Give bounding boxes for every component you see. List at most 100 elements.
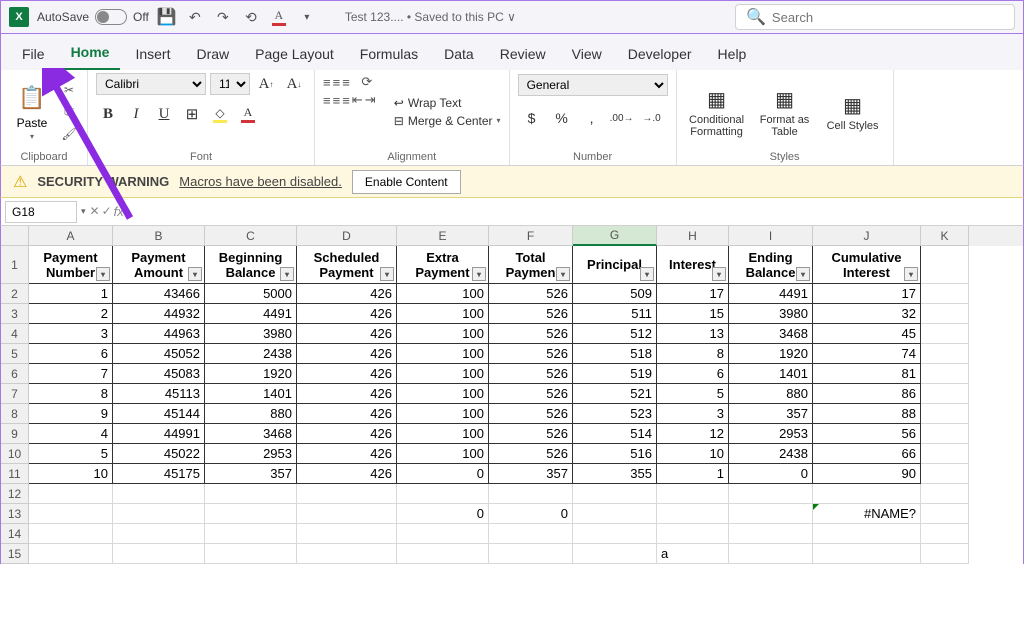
cell[interactable] <box>29 484 113 504</box>
cell[interactable] <box>489 524 573 544</box>
cell[interactable]: 10 <box>29 464 113 484</box>
enable-content-button[interactable]: Enable Content <box>352 170 461 194</box>
cell[interactable]: 426 <box>297 384 397 404</box>
cell[interactable]: 4491 <box>729 284 813 304</box>
cell[interactable]: 15 <box>657 304 729 324</box>
cell[interactable] <box>297 484 397 504</box>
header-cell[interactable]: Scheduled Payment▾ <box>297 246 397 284</box>
col-header-B[interactable]: B <box>113 226 205 246</box>
cell[interactable]: 0 <box>729 464 813 484</box>
decrease-font-icon[interactable]: A↓ <box>282 72 306 96</box>
row-header-2[interactable]: 2 <box>1 284 29 304</box>
cell[interactable] <box>657 504 729 524</box>
filter-arrow-icon[interactable]: ▾ <box>96 267 110 281</box>
cell[interactable] <box>921 524 969 544</box>
fx-icon[interactable]: fx <box>114 204 124 219</box>
cell[interactable]: 17 <box>657 284 729 304</box>
cell[interactable]: 357 <box>729 404 813 424</box>
cell[interactable]: 81 <box>813 364 921 384</box>
cell[interactable]: 5 <box>29 444 113 464</box>
fill-color-button[interactable]: ◇ <box>208 102 232 126</box>
header-cell[interactable]: Extra Payment▾ <box>397 246 489 284</box>
row-header-9[interactable]: 9 <box>1 424 29 444</box>
tab-data[interactable]: Data <box>433 38 485 70</box>
cell[interactable]: 426 <box>297 444 397 464</box>
filter-arrow-icon[interactable]: ▾ <box>472 267 486 281</box>
cell[interactable] <box>573 524 657 544</box>
cell[interactable]: 880 <box>205 404 297 424</box>
underline-button[interactable]: U <box>152 102 176 126</box>
filter-arrow-icon[interactable]: ▾ <box>188 267 202 281</box>
cell[interactable] <box>205 544 297 564</box>
cell[interactable]: 3 <box>29 324 113 344</box>
cell[interactable]: 512 <box>573 324 657 344</box>
tab-help[interactable]: Help <box>707 38 758 70</box>
cell[interactable]: 509 <box>573 284 657 304</box>
cell[interactable] <box>489 544 573 564</box>
tab-insert[interactable]: Insert <box>124 38 181 70</box>
align-left-icon[interactable]: ≡ <box>323 92 331 108</box>
tab-page-layout[interactable]: Page Layout <box>244 38 345 70</box>
cell[interactable]: 426 <box>297 284 397 304</box>
decrease-decimal-icon[interactable]: →.0 <box>638 106 666 130</box>
cell[interactable]: 17 <box>813 284 921 304</box>
col-header-K[interactable]: K <box>921 226 969 246</box>
font-color-qat-icon[interactable]: A <box>269 7 289 27</box>
cell[interactable]: 100 <box>397 404 489 424</box>
increase-font-icon[interactable]: A↑ <box>254 72 278 96</box>
cell[interactable]: 526 <box>489 304 573 324</box>
row-header-1[interactable]: 1 <box>1 246 29 284</box>
cell[interactable] <box>573 504 657 524</box>
cell[interactable]: 9 <box>29 404 113 424</box>
cell[interactable]: 1 <box>29 284 113 304</box>
font-size-select[interactable]: 11 <box>210 73 250 95</box>
cell[interactable]: 3 <box>657 404 729 424</box>
cell[interactable]: 3468 <box>729 324 813 344</box>
enter-formula-icon[interactable]: ✓ <box>102 204 112 219</box>
cell[interactable]: 3980 <box>205 324 297 344</box>
cell[interactable] <box>297 524 397 544</box>
row-header-8[interactable]: 8 <box>1 404 29 424</box>
indent-increase-icon[interactable]: ⇥ <box>365 92 376 108</box>
cell[interactable]: 45175 <box>113 464 205 484</box>
tab-review[interactable]: Review <box>489 38 557 70</box>
tab-home[interactable]: Home <box>60 36 121 70</box>
header-cell[interactable]: Principal▾ <box>573 246 657 284</box>
row-header-5[interactable]: 5 <box>1 344 29 364</box>
cell[interactable]: 32 <box>813 304 921 324</box>
italic-button[interactable]: I <box>124 102 148 126</box>
cell[interactable]: 519 <box>573 364 657 384</box>
cell[interactable]: 100 <box>397 304 489 324</box>
row-header-11[interactable]: 11 <box>1 464 29 484</box>
cell[interactable]: 44991 <box>113 424 205 444</box>
col-header-C[interactable]: C <box>205 226 297 246</box>
cell[interactable] <box>729 484 813 504</box>
cell[interactable]: 526 <box>489 284 573 304</box>
cell[interactable]: 90 <box>813 464 921 484</box>
cell[interactable] <box>921 484 969 504</box>
align-center-icon[interactable]: ≡ <box>333 92 341 108</box>
cell[interactable]: 66 <box>813 444 921 464</box>
cell[interactable]: 2438 <box>729 444 813 464</box>
clear-format-icon[interactable]: ⟲ <box>241 7 261 27</box>
col-header-J[interactable]: J <box>813 226 921 246</box>
col-header-F[interactable]: F <box>489 226 573 246</box>
cell[interactable] <box>29 524 113 544</box>
bold-button[interactable]: B <box>96 102 120 126</box>
filter-arrow-icon[interactable]: ▾ <box>556 267 570 281</box>
format-as-table-button[interactable]: ▦Format as Table <box>753 74 817 149</box>
cell[interactable]: 880 <box>729 384 813 404</box>
tab-view[interactable]: View <box>561 38 613 70</box>
cell[interactable]: 2 <box>29 304 113 324</box>
cell[interactable]: 100 <box>397 384 489 404</box>
number-format-select[interactable]: General <box>518 74 668 96</box>
cell[interactable]: 2438 <box>205 344 297 364</box>
header-cell[interactable]: Cumulative Interest▾ <box>813 246 921 284</box>
cell[interactable]: 2953 <box>205 444 297 464</box>
cell[interactable] <box>113 544 205 564</box>
cell[interactable] <box>205 484 297 504</box>
border-button[interactable]: ⊞ <box>180 102 204 126</box>
cell[interactable] <box>397 484 489 504</box>
col-header-H[interactable]: H <box>657 226 729 246</box>
filter-arrow-icon[interactable]: ▾ <box>380 267 394 281</box>
